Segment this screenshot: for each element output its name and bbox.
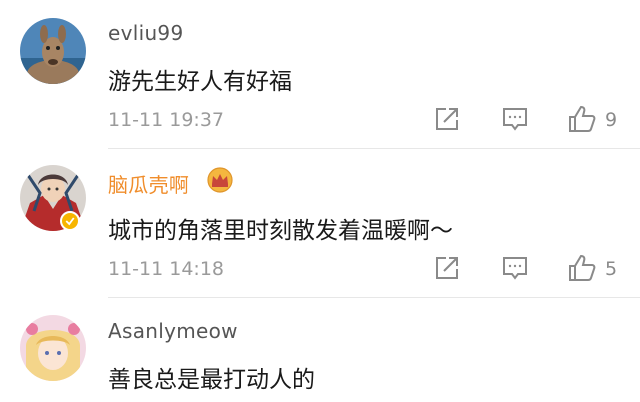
- username[interactable]: 脑瓜壳啊: [108, 169, 189, 198]
- comment-text: 游先生好人有好福: [108, 69, 292, 95]
- timestamp: 11-11 19:37: [108, 109, 225, 131]
- share-button[interactable]: [432, 253, 462, 283]
- share-button[interactable]: [432, 104, 462, 134]
- comment-button[interactable]: [500, 104, 530, 134]
- like-count: 9: [605, 109, 618, 131]
- comment-text: 城市的角落里时刻散发着温暖啊～: [108, 218, 453, 244]
- verified-badge-icon: [60, 211, 80, 231]
- divider: [108, 148, 640, 149]
- share-icon: [436, 257, 458, 279]
- username[interactable]: Asanlymeow: [108, 319, 238, 343]
- comment-text: 善良总是最打动人的: [108, 367, 315, 393]
- thumbs-up-icon: [569, 254, 596, 281]
- like-button[interactable]: [567, 253, 597, 283]
- username[interactable]: evliu99: [108, 21, 183, 45]
- comment-icon: [503, 257, 527, 280]
- timestamp: 11-11 14:18: [108, 258, 225, 280]
- avatar[interactable]: [20, 315, 86, 381]
- crown-icon[interactable]: [205, 167, 235, 193]
- share-icon: [436, 108, 458, 130]
- like-count: 5: [605, 258, 618, 280]
- comment-icon: [503, 108, 527, 131]
- divider: [108, 297, 640, 298]
- thumbs-up-icon: [569, 105, 596, 132]
- comment-button[interactable]: [500, 253, 530, 283]
- like-button[interactable]: [567, 104, 597, 134]
- avatar[interactable]: [20, 18, 86, 84]
